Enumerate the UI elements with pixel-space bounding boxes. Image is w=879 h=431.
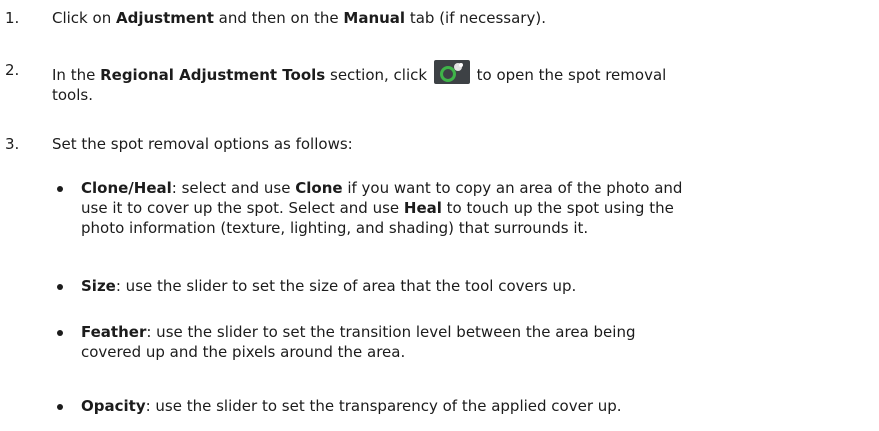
step-number: 1. [5, 9, 20, 27]
step-bold-regional-adjustment-tools: Regional Adjustment Tools [100, 66, 326, 84]
option-text: Clone/Heal: select and use Clone if you … [81, 178, 876, 238]
option-line: use it to cover up the spot. Select and … [81, 198, 876, 218]
step-text-part: and then on the [213, 9, 344, 27]
option-bold-feather: Feather [81, 323, 147, 341]
option-bold-clone-heal: Clone/Heal [81, 179, 172, 197]
bullet-icon [57, 404, 63, 410]
step-text-line: tools. [52, 86, 93, 104]
option-line: covered up and the pixels around the are… [81, 342, 876, 362]
step-bold-adjustment: Adjustment [115, 9, 214, 27]
option-text-part: if you want to copy an area of the photo… [342, 179, 683, 197]
step-text-line: In the Regional Adjustment Tools section… [52, 60, 872, 85]
step-text-part: section, click [325, 66, 428, 84]
option-text-part: photo information (texture, lighting, an… [81, 219, 589, 237]
instruction-document: 1. Click on Adjustment and then on the M… [0, 0, 879, 431]
spot-removal-tool-icon [433, 60, 470, 84]
option-line: Opacity: use the slider to set the trans… [81, 396, 876, 416]
option-line: photo information (texture, lighting, an… [81, 218, 876, 238]
step-text-part: Click on [52, 9, 116, 27]
step-text-part: to open the spot removal [476, 66, 667, 84]
option-line: Clone/Heal: select and use Clone if you … [81, 178, 876, 198]
option-text-part: covered up and the pixels around the are… [81, 343, 406, 361]
option-bold-opacity: Opacity [81, 397, 146, 415]
option-text: Size: use the slider to set the size of … [81, 276, 876, 296]
step-number: 3. [5, 135, 20, 153]
option-text-part: to touch up the spot using the [441, 199, 674, 217]
option-text-part: : use the slider to set the transition l… [146, 323, 636, 341]
option-text-part: : select and use [171, 179, 296, 197]
option-text: Feather: use the slider to set the trans… [81, 322, 876, 362]
bullet-icon [57, 330, 63, 336]
step-bold-manual: Manual [343, 9, 406, 27]
option-text-part: use it to cover up the spot. Select and … [81, 199, 404, 217]
bullet-icon [57, 284, 63, 290]
option-text: Opacity: use the slider to set the trans… [81, 396, 876, 416]
option-text-part: : use the slider to set the size of area… [115, 277, 577, 295]
option-bold-heal: Heal [403, 199, 442, 217]
step-text: Click on Adjustment and then on the Manu… [52, 8, 872, 28]
step-text-part: In the [52, 66, 101, 84]
option-bold-size: Size [81, 277, 116, 295]
step-text-part: tab (if necessary). [405, 9, 546, 27]
bullet-icon [57, 186, 63, 192]
option-bold-clone: Clone [295, 179, 343, 197]
step-text: Set the spot removal options as follows: [52, 135, 353, 153]
option-line: Size: use the slider to set the size of … [81, 276, 876, 296]
step-number: 2. [5, 61, 20, 79]
option-text-part: : use the slider to set the transparency… [145, 397, 622, 415]
option-line: Feather: use the slider to set the trans… [81, 322, 876, 342]
step-text: In the Regional Adjustment Tools section… [52, 60, 872, 105]
